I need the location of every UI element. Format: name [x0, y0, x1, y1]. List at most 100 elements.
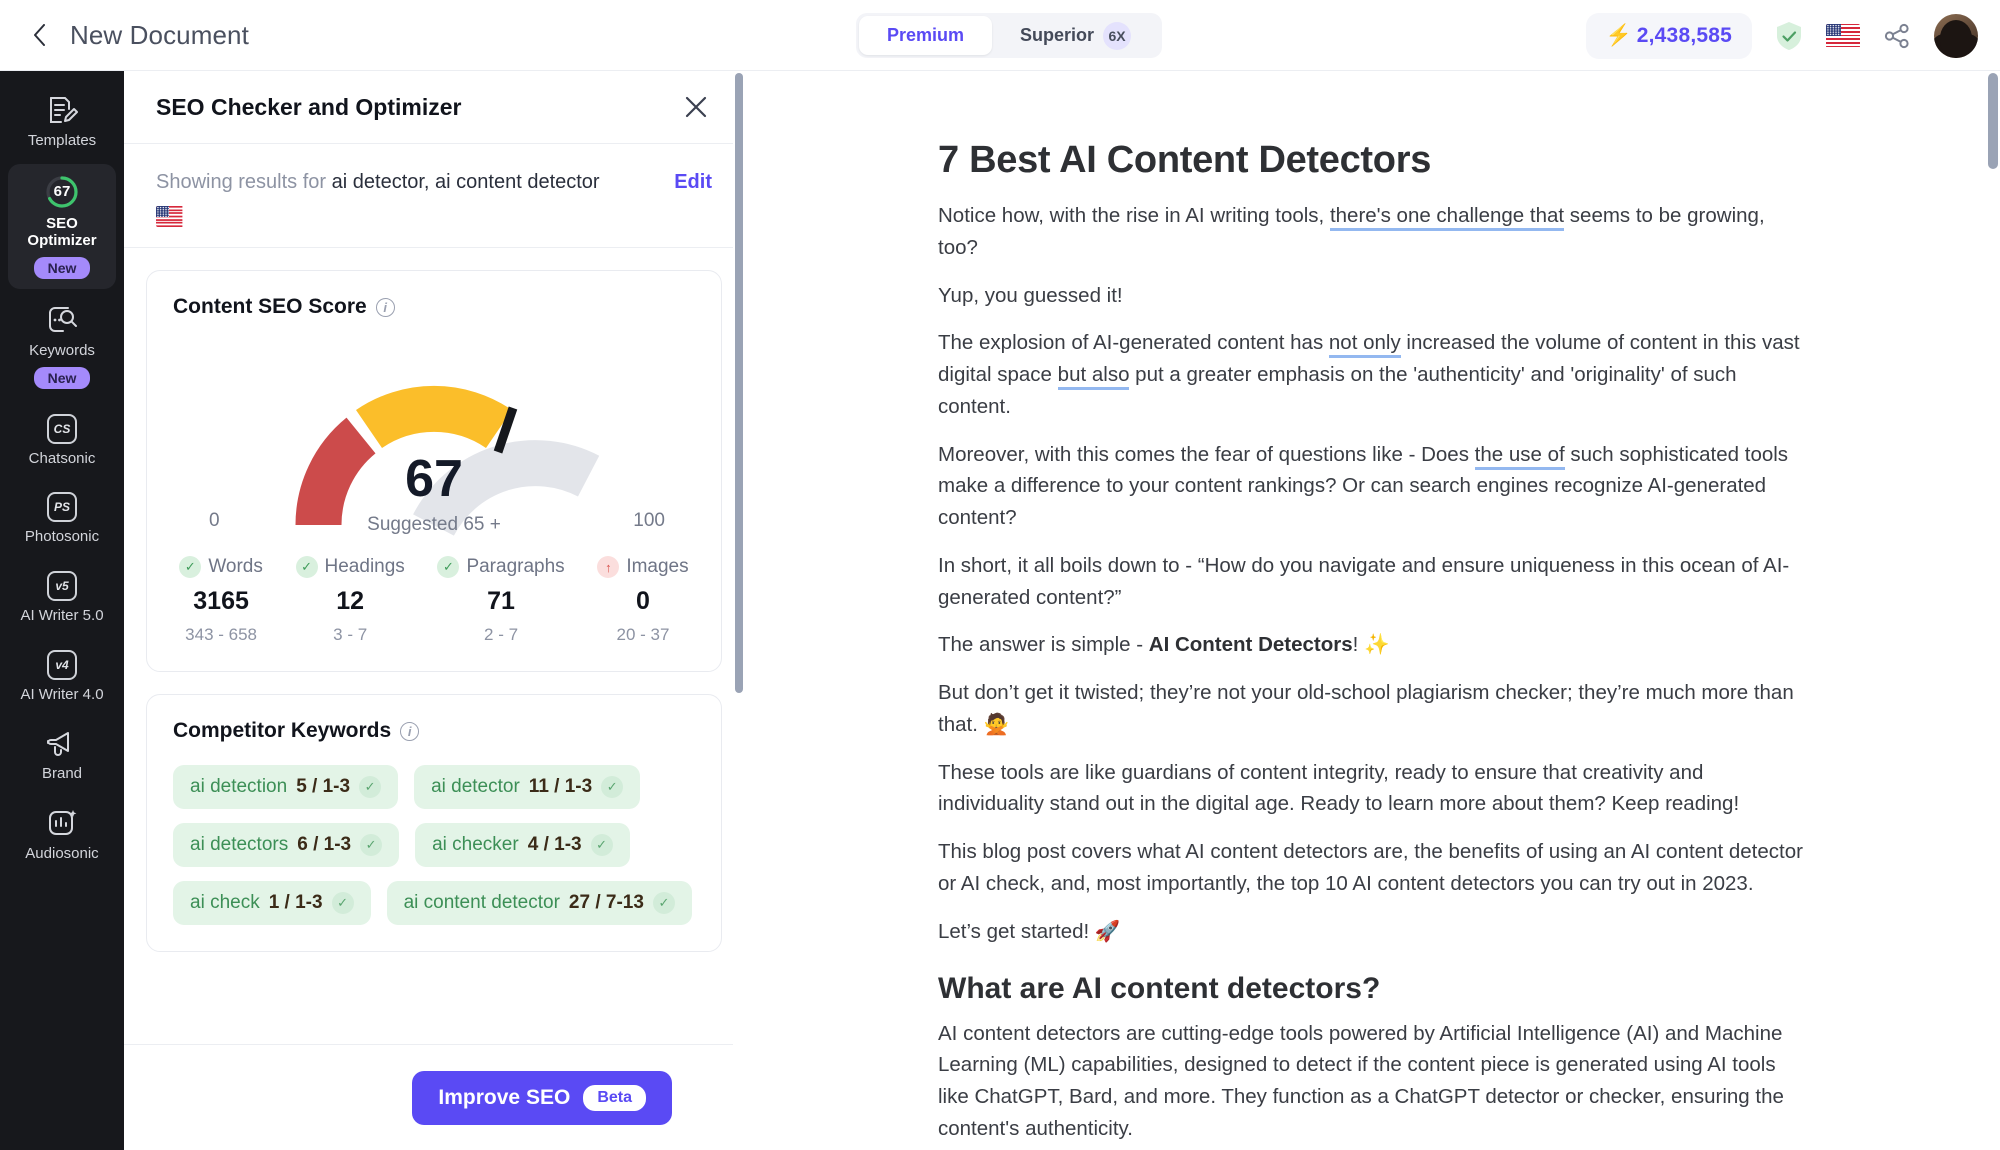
keyword-chip[interactable]: ai detection 5 / 1-3 ✓	[173, 765, 399, 809]
sidebar-item-ai-writer-5[interactable]: v5 AI Writer 5.0	[8, 560, 116, 635]
plan-switch: Premium Superior 6X	[856, 13, 1163, 58]
template-edit-icon	[50, 97, 78, 123]
plan-tab-premium[interactable]: Premium	[859, 16, 993, 55]
flag-canton	[156, 206, 169, 218]
keyword-search-icon	[49, 307, 77, 333]
keyword-chip-count: 4 / 1-3	[527, 834, 582, 855]
keyword-chip[interactable]: ai detector 11 / 1-3 ✓	[414, 765, 641, 809]
paragraph-text: Notice how, with the rise in AI writing …	[938, 204, 1330, 227]
sidebar-item-seo-optimizer-label: SEO Optimizer	[27, 214, 97, 250]
stat-paragraphs: ✓ Paragraphs 71 2 - 7	[437, 556, 565, 645]
edit-keywords-button[interactable]: Edit	[674, 171, 712, 194]
keyword-chip-term: ai detector	[431, 776, 520, 797]
close-icon[interactable]	[680, 91, 712, 123]
share-glyph	[1884, 23, 1909, 48]
keyword-chip[interactable]: ai content detector 27 / 7-13 ✓	[386, 881, 692, 925]
sidebar-seo-score: 67	[53, 183, 71, 201]
paragraph-text: The explosion of AI-generated content ha…	[938, 331, 1329, 355]
keyword-chip-term: ai detectors	[190, 834, 289, 855]
keyword-chip[interactable]: ai detectors 6 / 1-3 ✓	[173, 823, 400, 867]
stat-headings-value: 12	[336, 587, 365, 615]
check-icon: ✓	[437, 556, 460, 578]
keyword-chip[interactable]: ai check 1 / 1-3 ✓	[173, 881, 371, 925]
keyword-chip-term: ai checker	[432, 834, 519, 855]
showing-results-text: Showing results for ai detector, ai cont…	[156, 168, 600, 197]
us-flag-icon[interactable]	[1826, 23, 1860, 48]
competitor-keywords-card: Competitor Keywords i ai detection 5 / 1…	[146, 694, 722, 952]
suggestion-highlight[interactable]: not only	[1328, 331, 1401, 359]
audio-bars-icon	[49, 810, 77, 836]
stat-images-range: 20 - 37	[616, 625, 670, 644]
document-paragraph: The explosion of AI-generated content ha…	[938, 327, 1808, 422]
document-paragraph: Notice how, with the rise in AI writing …	[938, 200, 1808, 264]
sidebar-item-brand[interactable]: Brand	[8, 718, 116, 793]
check-icon: ✓	[652, 892, 675, 914]
check-icon: ✓	[601, 776, 624, 798]
stat-paragraphs-head: ✓ Paragraphs	[437, 556, 565, 578]
document-paragraph: Moreover, with this comes the fear of qu…	[938, 439, 1808, 534]
sidebar-item-seo-optimizer[interactable]: 67 SEO Optimizer New	[8, 163, 116, 290]
shield-check-glyph	[1777, 21, 1801, 50]
arrow-up-icon: ↑	[597, 556, 620, 578]
stat-images: ↑ Images 0 20 - 37	[597, 556, 689, 645]
avatar[interactable]	[1934, 13, 1978, 58]
sidebar-item-photosonic[interactable]: PS Photosonic	[8, 481, 116, 556]
us-flag-icon	[156, 206, 186, 227]
plan-tab-superior[interactable]: Superior 6X	[992, 16, 1159, 55]
document-paragraph: These tools are like guardians of conten…	[938, 760, 1740, 816]
keyword-chip-count: 1 / 1-3	[268, 892, 323, 913]
info-icon[interactable]: i	[375, 297, 395, 317]
share-icon[interactable]	[1880, 19, 1914, 53]
sidebar-item-chatsonic-label: Chatsonic	[28, 449, 96, 467]
suggestion-highlight[interactable]: there's one challenge that	[1329, 204, 1565, 231]
sidebar-item-keywords[interactable]: Keywords New	[8, 293, 116, 399]
seo-score-gauge: 67 Suggested 65 + 0 100	[147, 325, 721, 550]
lightning-bolt-icon: ⚡	[1605, 24, 1632, 47]
info-icon[interactable]: i	[400, 721, 420, 741]
stat-words-label: Words	[208, 556, 263, 577]
keyword-chip-term: ai detection	[190, 776, 288, 797]
stat-headings-head: ✓ Headings	[295, 556, 405, 578]
showing-results-label: Showing results for	[156, 171, 327, 193]
stat-images-label: Images	[626, 556, 689, 577]
content-seo-score-card: Content SEO Score i 67 Suggested 65 + 0 …	[146, 270, 722, 672]
showing-results-text-block: Showing results for ai detector, ai cont…	[156, 168, 600, 227]
document-paragraph: Let’s get started! 🚀	[938, 919, 1121, 943]
document-scrollbar-thumb[interactable]	[1988, 73, 1998, 169]
credits-value: 2,438,585	[1636, 23, 1732, 47]
stat-headings: ✓ Headings 12 3 - 7	[295, 556, 405, 645]
left-rail: Templates 67 SEO Optimizer New Keywords …	[0, 71, 124, 1150]
v4-icon: v4	[47, 649, 77, 680]
credits-button[interactable]: ⚡ 2,438,585	[1585, 12, 1752, 59]
panel-scrollbar-thumb[interactable]	[735, 73, 743, 693]
keyword-chip-count: 27 / 7-13	[568, 892, 644, 913]
document-editor[interactable]: 7 Best AI Content Detectors Notice how, …	[746, 71, 2000, 1150]
gauge-score-value: 67	[405, 450, 463, 508]
shield-check-icon[interactable]	[1772, 19, 1806, 53]
gauge-min-label: 0	[209, 510, 220, 531]
seo-panel-body: Content SEO Score i 67 Suggested 65 + 0 …	[124, 248, 744, 1150]
document-paragraph: The answer is simple - AI Content Detect…	[938, 629, 1808, 661]
keyword-chip-count: 6 / 1-3	[297, 834, 352, 855]
document-scrollbar-track[interactable]	[1986, 71, 2000, 1150]
stat-words-range: 343 - 658	[185, 625, 258, 644]
suggestion-highlight[interactable]: but also	[1057, 363, 1130, 391]
sidebar-item-templates[interactable]: Templates	[8, 83, 116, 160]
sidebar-item-ai-writer-4[interactable]: v4 AI Writer 4.0	[8, 639, 116, 714]
sidebar-item-chatsonic[interactable]: CS Chatsonic	[8, 403, 116, 478]
plan-tab-premium-label: Premium	[887, 25, 965, 45]
paragraph-bold-text: AI Content Detectors	[1148, 633, 1353, 657]
keyword-chip[interactable]: ai checker 4 / 1-3 ✓	[415, 823, 630, 867]
document-paragraph: Yup, you guessed it!	[938, 283, 1123, 307]
improve-seo-button[interactable]: Improve SEO Beta	[412, 1070, 672, 1125]
check-icon: ✓	[590, 834, 613, 856]
plan-tab-superior-badge: 6X	[1103, 21, 1132, 50]
sidebar-item-audiosonic[interactable]: Audiosonic	[8, 796, 116, 873]
gauge-suggested-value: 65 +	[463, 514, 501, 535]
back-button[interactable]	[22, 18, 56, 52]
seo-stats-row: ✓ Words 3165 343 - 658 ✓ Headings 12 3 -…	[147, 550, 721, 671]
showing-results-keywords: ai detector, ai content detector	[331, 171, 600, 193]
stat-paragraphs-range: 2 - 7	[484, 625, 519, 644]
plan-tab-superior-label: Superior	[1020, 25, 1095, 45]
suggestion-highlight[interactable]: the use of	[1474, 442, 1565, 470]
